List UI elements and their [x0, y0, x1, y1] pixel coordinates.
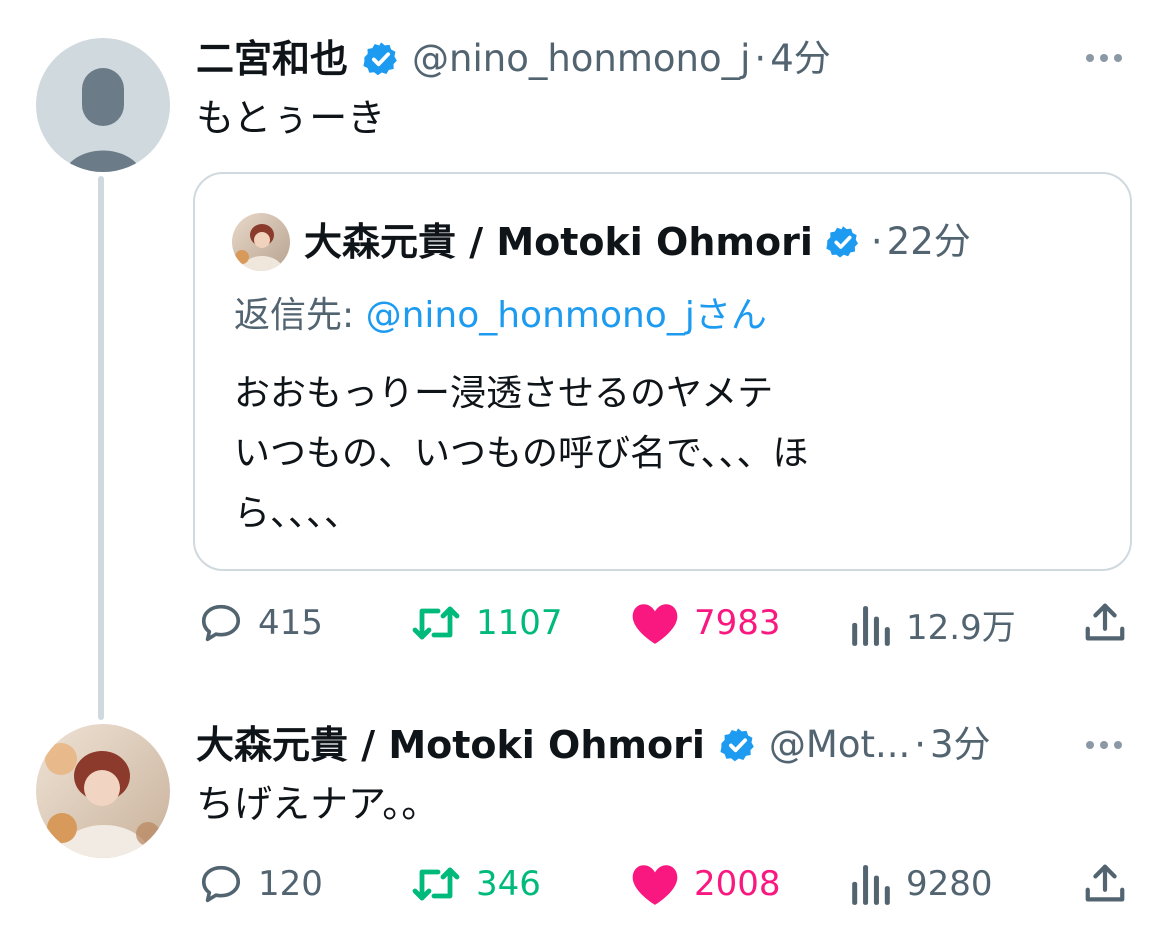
- quote-text-line: いつもの、いつもの呼び名で、、、ほ: [234, 433, 809, 474]
- default-avatar-icon: [63, 68, 143, 172]
- share-button[interactable]: [1082, 600, 1128, 650]
- reply-button[interactable]: 415: [198, 600, 323, 646]
- author-handle[interactable]: @Mot...: [769, 722, 910, 768]
- retweet-count: 1107: [476, 603, 563, 643]
- like-icon: [632, 604, 678, 644]
- like-button[interactable]: 7983: [630, 600, 781, 646]
- tweet-time[interactable]: 3分: [930, 722, 991, 768]
- views-icon: [852, 865, 890, 905]
- quote-text-line: ら、、、、: [234, 493, 361, 534]
- author-name[interactable]: 大森元貴 / Motoki Ohmori: [196, 722, 705, 768]
- like-count: 2008: [694, 864, 781, 904]
- quote-header: 大森元貴 / Motoki Ohmori · 22分: [304, 219, 971, 265]
- reply-count: 120: [258, 864, 323, 904]
- view-count: 9280: [906, 864, 993, 904]
- tweet-text: ちげえナア。。: [196, 782, 440, 826]
- quote-author-name[interactable]: 大森元貴 / Motoki Ohmori: [304, 219, 813, 265]
- views-icon: [852, 605, 890, 646]
- more-icon[interactable]: [1086, 741, 1122, 749]
- reply-suffix: さん: [694, 295, 767, 336]
- like-button[interactable]: 2008: [630, 861, 781, 907]
- retweet-button[interactable]: 1107: [410, 600, 563, 646]
- avatar-default[interactable]: [36, 38, 170, 172]
- reply-icon: [201, 604, 241, 642]
- quote-text-line: おおもっりー浸透させるのヤメテ: [234, 373, 774, 414]
- verified-badge-icon: [826, 226, 858, 258]
- retweet-button[interactable]: 346: [410, 861, 541, 907]
- tweet-time[interactable]: 4分: [770, 36, 831, 82]
- retweet-icon: [412, 867, 460, 901]
- thread-line: [98, 176, 104, 720]
- like-count: 7983: [694, 603, 781, 643]
- like-icon: [632, 865, 678, 905]
- verified-badge-icon: [720, 728, 754, 762]
- author-handle[interactable]: @nino_honmono_j: [412, 36, 750, 82]
- reply-prefix: 返信先:: [234, 295, 366, 336]
- quote-time: 22分: [886, 220, 971, 263]
- author-name[interactable]: 二宮和也: [196, 36, 348, 82]
- views-button[interactable]: 9280: [850, 861, 993, 907]
- tweet-text: もとぅーき: [196, 96, 386, 140]
- share-icon: [1085, 603, 1125, 641]
- share-icon: [1085, 864, 1125, 902]
- retweet-icon: [412, 606, 460, 640]
- reply-icon: [201, 865, 241, 903]
- tweet2-header: 大森元貴 / Motoki Ohmori @Mot... · 3分: [196, 722, 991, 768]
- more-icon[interactable]: [1086, 54, 1122, 62]
- tweet1-header: 二宮和也 @nino_honmono_j · 4分: [196, 36, 831, 82]
- retweet-count: 346: [476, 864, 541, 904]
- meta-separator: ·: [914, 723, 927, 766]
- quote-text: おおもっりー浸透させるのヤメテ いつもの、いつもの呼び名で、、、ほ ら、、、、: [234, 364, 809, 544]
- reply-count: 415: [258, 603, 323, 643]
- views-button[interactable]: 12.9万: [850, 600, 1016, 649]
- avatar[interactable]: [36, 724, 170, 858]
- meta-separator: ·: [754, 37, 767, 80]
- view-count: 12.9万: [906, 608, 1016, 648]
- reply-button[interactable]: 120: [198, 861, 323, 907]
- share-button[interactable]: [1082, 861, 1128, 911]
- verified-badge-icon: [363, 42, 397, 76]
- meta-separator: ·: [870, 220, 883, 263]
- quote-avatar[interactable]: [232, 213, 290, 271]
- reply-to-line: 返信先: @nino_honmono_jさん: [234, 292, 767, 340]
- reply-handle-link[interactable]: @nino_honmono_j: [366, 295, 695, 336]
